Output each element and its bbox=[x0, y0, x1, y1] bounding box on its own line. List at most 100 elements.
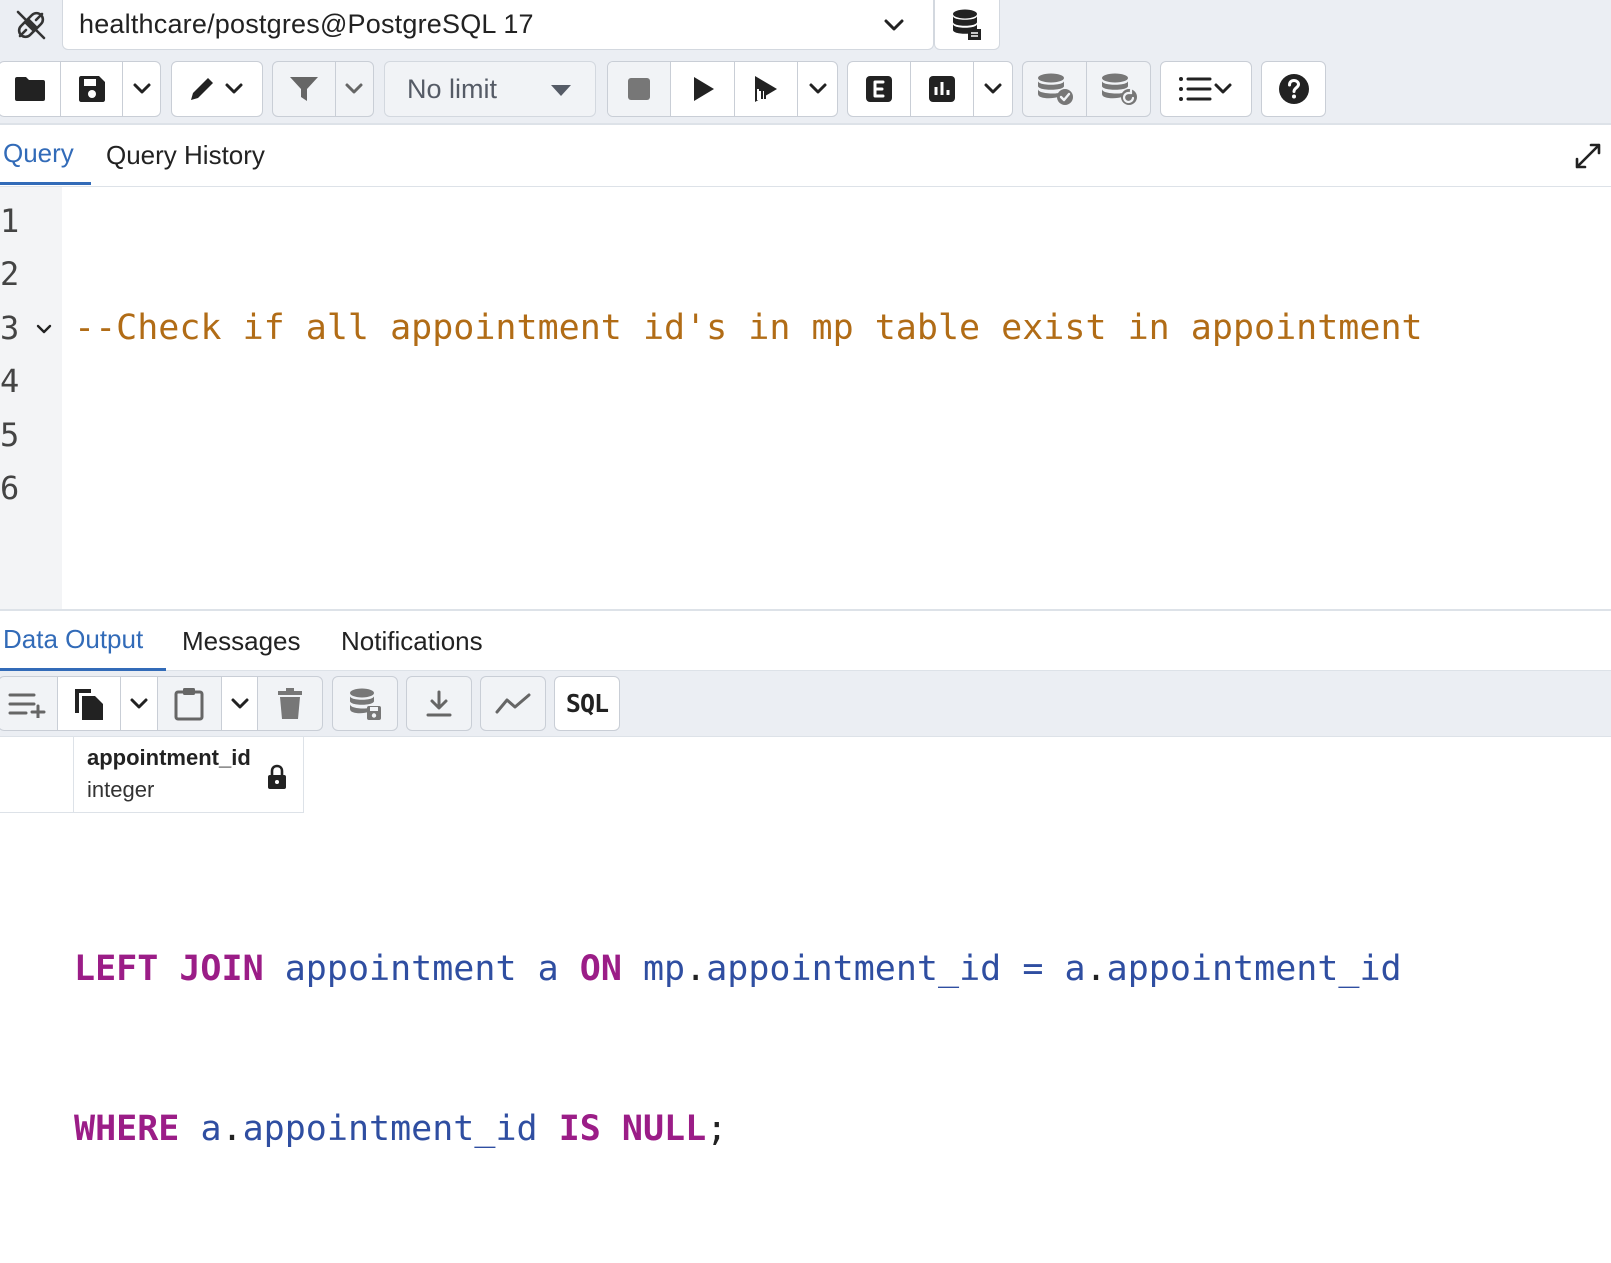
line-number: 5 bbox=[0, 416, 20, 454]
save-options-dropdown[interactable] bbox=[123, 62, 160, 116]
line-number: 3 bbox=[0, 309, 20, 347]
delete-row-button[interactable] bbox=[258, 677, 322, 730]
sql-group: SQL bbox=[554, 676, 620, 731]
filter-icon bbox=[289, 77, 318, 101]
column-header-appointment-id[interactable]: appointment_id integer bbox=[74, 737, 304, 813]
query-tab-bar: Query Query History bbox=[0, 125, 1611, 187]
filter-options-dropdown[interactable] bbox=[336, 62, 373, 116]
row-limit-label: No limit bbox=[407, 73, 498, 104]
line-number: 4 bbox=[0, 362, 20, 400]
list-icon bbox=[1179, 77, 1232, 101]
commit-button[interactable] bbox=[1023, 62, 1087, 116]
chevron-down-icon bbox=[984, 83, 1002, 94]
tab-query-history[interactable]: Query History bbox=[106, 125, 265, 185]
tab-query[interactable]: Query bbox=[0, 125, 91, 185]
filter-button[interactable] bbox=[273, 62, 336, 116]
stop-icon bbox=[628, 78, 651, 100]
explain-button-group bbox=[847, 61, 1013, 117]
help-button-group bbox=[1261, 61, 1326, 117]
save-data-changes-button[interactable] bbox=[333, 677, 397, 730]
database-commit-icon bbox=[1037, 73, 1073, 105]
macros-button-group bbox=[1160, 61, 1252, 117]
bar-chart-icon bbox=[929, 76, 956, 102]
chevron-down-icon bbox=[883, 14, 905, 36]
explain-button[interactable] bbox=[848, 62, 912, 116]
fold-chevron-icon[interactable] bbox=[36, 323, 52, 335]
connection-bar: healthcare/postgres@PostgreSQL 17 bbox=[0, 0, 1611, 52]
chevron-down-icon bbox=[345, 83, 363, 94]
line-chart-icon bbox=[495, 693, 531, 713]
transaction-button-group bbox=[1022, 61, 1151, 117]
database-rollback-icon bbox=[1101, 73, 1137, 105]
lock-icon bbox=[267, 764, 287, 790]
play-cursor-icon bbox=[755, 76, 778, 102]
help-button[interactable] bbox=[1262, 62, 1325, 116]
row-limit-select[interactable]: No limit bbox=[384, 61, 596, 117]
tab-data-output[interactable]: Data Output bbox=[0, 611, 166, 671]
save-data-group bbox=[332, 676, 398, 731]
result-toolbar: SQL bbox=[0, 671, 1611, 737]
explain-analyze-button[interactable] bbox=[911, 62, 975, 116]
execute-script-button[interactable] bbox=[671, 62, 735, 116]
pencil-icon bbox=[191, 78, 243, 100]
paste-button[interactable] bbox=[158, 677, 222, 730]
file-button-group bbox=[0, 61, 161, 117]
execute-button-group bbox=[607, 61, 838, 117]
new-connection-button[interactable] bbox=[934, 0, 1000, 50]
code-line-1: --Check if all appointment id's in mp ta… bbox=[74, 302, 1423, 355]
paste-options-dropdown[interactable] bbox=[221, 677, 259, 730]
save-icon bbox=[78, 76, 105, 102]
tab-messages[interactable]: Messages bbox=[182, 611, 301, 671]
graph-visualiser-button[interactable] bbox=[481, 677, 545, 730]
row-actions-group bbox=[0, 676, 323, 731]
explain-icon bbox=[866, 76, 893, 102]
download-csv-button[interactable] bbox=[407, 677, 471, 730]
rollback-button[interactable] bbox=[1087, 62, 1150, 116]
chevron-down-icon bbox=[133, 83, 151, 94]
folder-icon bbox=[14, 77, 45, 101]
sql-button-label: SQL bbox=[565, 689, 609, 718]
clipboard-icon bbox=[174, 687, 204, 720]
copy-options-dropdown[interactable] bbox=[121, 677, 159, 730]
edit-menu-button[interactable] bbox=[172, 62, 262, 116]
add-row-button[interactable] bbox=[0, 677, 58, 730]
download-group bbox=[406, 676, 472, 731]
connection-status-icon[interactable] bbox=[0, 0, 62, 50]
column-type: integer bbox=[87, 777, 155, 802]
copy-icon bbox=[74, 688, 103, 720]
stop-query-button[interactable] bbox=[608, 62, 672, 116]
line-number: 6 bbox=[0, 469, 20, 507]
database-save-icon bbox=[350, 688, 381, 720]
connection-select[interactable]: healthcare/postgres@PostgreSQL 17 bbox=[62, 0, 934, 50]
chevron-down-icon bbox=[231, 698, 249, 708]
comment-token: --Check if all appointment id's in mp ta… bbox=[74, 307, 1423, 348]
line-number-gutter: 1 2 3 4 5 6 bbox=[0, 187, 62, 609]
chevron-down-icon bbox=[130, 698, 148, 708]
play-icon bbox=[693, 77, 714, 101]
add-row-icon bbox=[8, 693, 46, 718]
graph-group bbox=[480, 676, 546, 731]
copy-button[interactable] bbox=[57, 677, 122, 730]
grid-corner-cell[interactable] bbox=[0, 737, 74, 813]
tab-notifications[interactable]: Notifications bbox=[341, 611, 483, 671]
execute-options-dropdown[interactable] bbox=[798, 62, 837, 116]
execute-query-button[interactable] bbox=[735, 62, 799, 116]
edit-button-group bbox=[171, 61, 263, 117]
explain-options-dropdown[interactable] bbox=[974, 62, 1012, 116]
trash-icon bbox=[278, 687, 303, 719]
download-icon bbox=[426, 690, 452, 716]
code-line-6: WHERE a.appointment_id IS NULL; bbox=[74, 1108, 728, 1149]
save-file-button[interactable] bbox=[61, 62, 124, 116]
view-sql-button[interactable]: SQL bbox=[555, 677, 619, 730]
open-file-button[interactable] bbox=[0, 62, 62, 116]
query-toolbar: No limit bbox=[0, 52, 1611, 125]
line-number: 2 bbox=[0, 255, 20, 293]
sql-editor[interactable]: 1 2 3 4 5 6 --Check if all appointment i… bbox=[0, 187, 1611, 1149]
macros-menu-button[interactable] bbox=[1161, 62, 1251, 116]
code-line-5: LEFT JOIN appointment a ON mp.appointmen… bbox=[74, 948, 1402, 989]
caret-down-icon bbox=[551, 85, 571, 96]
expand-icon[interactable] bbox=[1575, 143, 1601, 169]
chevron-down-icon bbox=[809, 83, 827, 94]
data-grid: appointment_id integer bbox=[0, 737, 1611, 919]
